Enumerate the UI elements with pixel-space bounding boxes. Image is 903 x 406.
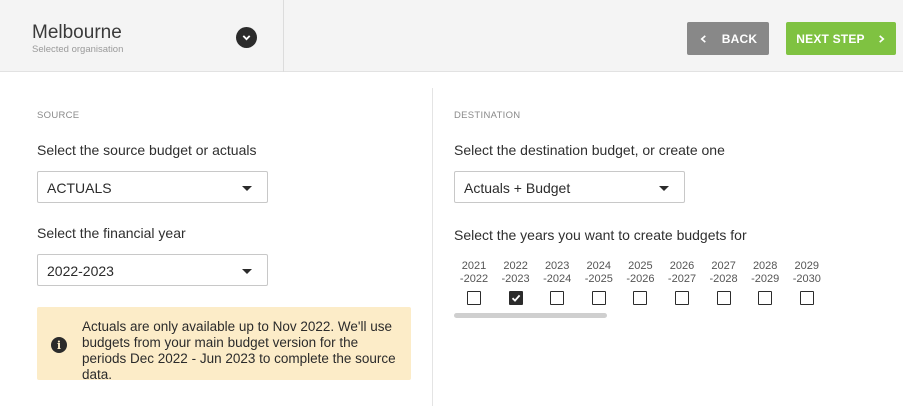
source-budget-value: ACTUALS <box>47 180 112 196</box>
year-label-end: -2028 <box>709 273 738 285</box>
year-label-end: -2029 <box>751 273 780 285</box>
year-label-start: 2028 <box>752 260 778 272</box>
financial-year-value: 2022-2023 <box>47 263 114 279</box>
financial-year-select[interactable]: 2022-2023 <box>37 254 268 286</box>
chevron-down-icon[interactable] <box>236 27 257 48</box>
destination-budget-select[interactable]: Actuals + Budget <box>454 171 685 203</box>
organisation-selector[interactable]: Melbourne Selected organisation <box>0 0 284 72</box>
year-checkbox-list: 2021 -2022 2022 -2023 2023 -2024 2024 -2… <box>454 260 834 310</box>
year-option: 2025 -2026 <box>620 260 660 305</box>
destination-budget-value: Actuals + Budget <box>464 180 571 196</box>
year-label-start: 2022 <box>503 260 528 272</box>
organisation-name: Melbourne <box>32 22 122 43</box>
years-prompt: Select the years you want to create budg… <box>454 227 747 243</box>
year-option: 2027 -2028 <box>704 260 744 305</box>
next-step-button[interactable]: NEXT STEP <box>786 22 896 55</box>
chevron-right-icon <box>878 34 885 43</box>
source-budget-select[interactable]: ACTUALS <box>37 171 268 203</box>
checkmark-icon <box>511 294 520 302</box>
caret-down-icon <box>659 186 669 191</box>
year-checkbox[interactable] <box>758 291 773 305</box>
chevron-left-icon <box>700 34 706 43</box>
actuals-notice: i Actuals are only available up to Nov 2… <box>37 307 411 382</box>
year-label-end: -2025 <box>584 273 613 285</box>
years-horizontal-scrollbar[interactable] <box>454 313 607 318</box>
back-button-label: BACK <box>721 31 758 46</box>
year-checkbox[interactable] <box>675 291 689 305</box>
caret-down-icon <box>242 269 252 274</box>
year-checkbox[interactable] <box>508 291 523 305</box>
year-checkbox[interactable] <box>799 291 814 305</box>
year-checkbox[interactable] <box>550 291 565 305</box>
year-label-start: 2027 <box>711 260 736 272</box>
year-checkbox[interactable] <box>633 291 648 305</box>
year-option: 2024 -2025 <box>579 260 619 305</box>
year-label-end: -2024 <box>543 273 572 285</box>
year-label-end: -2026 <box>626 273 655 285</box>
organisation-subtitle: Selected organisation <box>32 44 124 55</box>
source-budget-prompt: Select the source budget or actuals <box>37 142 257 158</box>
year-checkbox[interactable] <box>591 291 606 305</box>
destination-budget-prompt: Select the destination budget, or create… <box>454 142 725 158</box>
info-icon: i <box>51 337 67 353</box>
notice-text: Actuals are only available up to Nov 202… <box>82 319 396 382</box>
financial-year-prompt: Select the financial year <box>37 225 186 241</box>
year-label-start: 2021 <box>461 260 487 272</box>
source-section-label: SOURCE <box>37 110 80 121</box>
year-label-start: 2025 <box>628 260 653 272</box>
year-checkbox[interactable] <box>467 291 481 305</box>
year-label-start: 2029 <box>794 260 820 272</box>
back-button[interactable]: BACK <box>687 22 769 55</box>
year-label-start: 2026 <box>669 260 695 272</box>
year-option: 2028 -2029 <box>745 260 785 305</box>
year-label-end: -2030 <box>792 273 821 285</box>
year-label-end: -2023 <box>501 273 530 285</box>
year-label-start: 2024 <box>586 260 612 272</box>
year-label-start: 2023 <box>544 260 570 272</box>
year-label-end: -2027 <box>667 273 697 285</box>
caret-down-icon <box>242 186 252 191</box>
year-option: 2022 -2023 <box>496 260 536 305</box>
year-option: 2029 -2030 <box>787 260 827 305</box>
destination-section-label: DESTINATION <box>454 110 521 121</box>
top-header: Melbourne Selected organisation BACK NEX… <box>0 0 903 72</box>
year-checkbox[interactable] <box>716 291 731 305</box>
year-option: 2021 -2022 <box>454 260 494 305</box>
next-step-button-label: NEXT STEP <box>796 31 865 46</box>
year-label-end: -2022 <box>459 273 489 285</box>
column-divider <box>432 88 433 406</box>
year-option: 2026 -2027 <box>662 260 702 305</box>
year-option: 2023 -2024 <box>537 260 577 305</box>
